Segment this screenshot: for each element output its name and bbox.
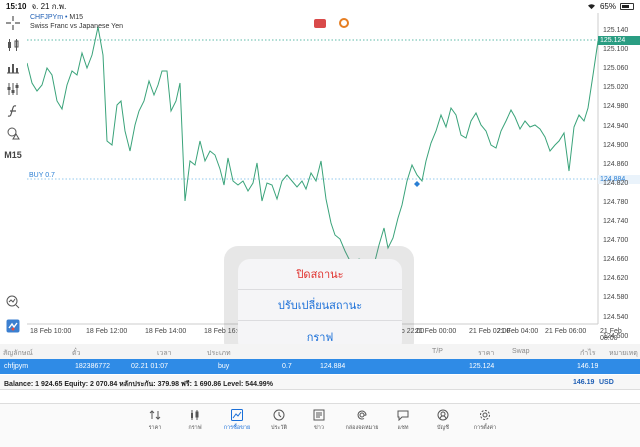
chat-icon bbox=[397, 410, 409, 421]
price-tick-label: 125.060 bbox=[603, 65, 629, 73]
news-icon bbox=[313, 409, 325, 421]
account-summary: Balance: 1 924.65 Equity: 2 070.84 หลักป… bbox=[0, 375, 640, 390]
tab-news-label: ข่าว bbox=[314, 425, 324, 431]
col-time: เวลา bbox=[157, 350, 172, 357]
function-icon[interactable] bbox=[4, 103, 22, 119]
tab-trade[interactable]: การซื้อขาย bbox=[219, 409, 255, 439]
price-tick-label: 124.860 bbox=[603, 160, 629, 168]
tab-chart[interactable]: กราฟ bbox=[177, 409, 213, 439]
price-series-line bbox=[27, 26, 599, 270]
col-symbol: สัญลักษณ์ bbox=[3, 350, 33, 357]
price-tick-label: 124.540 bbox=[603, 313, 629, 321]
current-price-tag: 125.124 bbox=[598, 36, 640, 45]
price-tick-label: 124.660 bbox=[603, 256, 629, 264]
tab-trade-label: การซื้อขาย bbox=[223, 425, 251, 431]
tab-quotes[interactable]: ราคา bbox=[137, 409, 173, 439]
col-swap: Swap bbox=[512, 348, 530, 355]
app-logo-icon[interactable] bbox=[4, 318, 22, 334]
wifi-icon bbox=[587, 4, 595, 10]
time-tick-label: 21 Feb 08:00 bbox=[600, 328, 622, 342]
position-context-menu: ปิดสถานะ ปรับเปลี่ยนสถานะ กราฟ bbox=[238, 259, 402, 353]
time-tick-label: 21 Feb 04:00 bbox=[497, 328, 539, 335]
price-tick-label: 124.940 bbox=[603, 122, 629, 130]
chart-icon bbox=[191, 410, 199, 420]
price-tick-label: 124.580 bbox=[603, 294, 629, 302]
quotes-icon bbox=[149, 410, 161, 420]
buy-order-marker bbox=[414, 181, 420, 187]
positions-table-header: สัญลักษณ์ ตั๋ว เวลา ประเภท T/P ราคา Swap… bbox=[0, 344, 640, 359]
tab-quotes-label: ราคา bbox=[148, 425, 162, 431]
price-tick-label: 124.980 bbox=[603, 103, 629, 111]
col-price: ราคา bbox=[478, 350, 495, 357]
col-comment: หมายเหตุ bbox=[609, 350, 638, 357]
price-tick-label: 125.100 bbox=[603, 46, 629, 54]
timeframe-button[interactable]: M15 bbox=[4, 147, 22, 163]
bar-chart-icon[interactable] bbox=[4, 59, 22, 75]
balance-text: Balance: 1 924.65 Equity: 2 070.84 หลักป… bbox=[4, 381, 273, 388]
total-profit: 146.19 bbox=[573, 379, 595, 386]
buy-position-label: BUY 0.7 bbox=[29, 172, 55, 179]
modify-position-item[interactable]: ปรับเปลี่ยนสถานะ bbox=[238, 290, 402, 321]
zoom-search-icon[interactable] bbox=[4, 294, 22, 310]
price-tick-label: 125.020 bbox=[603, 84, 629, 92]
col-type: ประเภท bbox=[207, 350, 231, 357]
indicators-icon[interactable] bbox=[4, 81, 22, 97]
tab-chat[interactable]: แชท bbox=[385, 409, 421, 439]
row-volume: 0.7 bbox=[282, 363, 292, 370]
time-tick-label: 21 Feb 00:00 bbox=[415, 328, 457, 335]
trade-icon bbox=[231, 409, 243, 421]
timeframe-label: M15 bbox=[4, 150, 22, 160]
crosshair-icon[interactable] bbox=[4, 15, 22, 31]
tab-history[interactable]: ประวัติ bbox=[261, 409, 297, 439]
candlestick-icon[interactable] bbox=[4, 37, 22, 53]
row-type: buy bbox=[218, 363, 230, 370]
profit-currency: USD bbox=[599, 379, 614, 386]
price-tick-label: 124.740 bbox=[603, 218, 629, 225]
status-bar: 15:10 จ. 21 ก.พ. 65% bbox=[0, 0, 640, 13]
settings-icon bbox=[480, 410, 490, 420]
row-price: 125.124 bbox=[469, 363, 495, 370]
row-ticket: 182386772 bbox=[75, 363, 111, 370]
battery-icon bbox=[620, 3, 634, 10]
history-icon bbox=[273, 409, 285, 421]
tab-account-label: บัญชี bbox=[437, 425, 449, 431]
tab-settings-label: การตั้งค่า bbox=[473, 425, 497, 431]
price-tick-label: 124.820 bbox=[603, 179, 629, 187]
col-ticket: ตั๋ว bbox=[72, 350, 81, 357]
position-row[interactable]: chfjpym 182386772 02.21 01:07 buy 0.7 12… bbox=[0, 359, 640, 374]
col-profit: กำไร bbox=[580, 350, 596, 357]
shapes-icon[interactable] bbox=[4, 125, 22, 141]
price-tick-label: 124.780 bbox=[603, 198, 629, 206]
price-tick-label: 124.700 bbox=[603, 237, 629, 245]
price-tick-label: 124.900 bbox=[603, 141, 629, 149]
status-time: 15:10 bbox=[6, 2, 27, 11]
tab-history-label: ประวัติ bbox=[270, 425, 288, 431]
tab-chart-label: กราฟ bbox=[188, 425, 202, 431]
price-tick-label: 124.620 bbox=[603, 275, 629, 283]
row-symbol: chfjpym bbox=[4, 363, 29, 370]
time-tick-label: 18 Feb 10:00 bbox=[30, 328, 72, 335]
col-tp: T/P bbox=[432, 348, 443, 355]
tab-mailbox[interactable]: กล่องจดหมาย bbox=[344, 409, 380, 439]
tab-settings[interactable]: การตั้งค่า bbox=[467, 409, 503, 439]
tab-mailbox-label: กล่องจดหมาย bbox=[345, 425, 379, 431]
mailbox-icon bbox=[357, 410, 367, 420]
row-time: 02.21 01:07 bbox=[131, 363, 168, 370]
time-tick-label: 18 Feb 12:00 bbox=[86, 328, 128, 335]
row-open-price: 124.884 bbox=[320, 363, 346, 370]
bottom-tab-bar: ราคา กราฟ การซื้อขาย ประวัติ ข่าว กล่องจ… bbox=[0, 403, 640, 447]
tab-account[interactable]: บัญชี bbox=[425, 409, 461, 439]
close-position-item[interactable]: ปิดสถานะ bbox=[238, 259, 402, 290]
row-profit: 146.19 bbox=[577, 363, 599, 370]
chart-toolbar: M15 bbox=[0, 13, 27, 338]
price-tick-label: 125.140 bbox=[603, 27, 629, 34]
account-icon bbox=[437, 409, 449, 421]
tab-chat-label: แชท bbox=[397, 425, 409, 431]
time-tick-label: 18 Feb 14:00 bbox=[145, 328, 187, 335]
time-tick-label: 21 Feb 06:00 bbox=[545, 328, 587, 335]
tab-news[interactable]: ข่าว bbox=[301, 409, 337, 439]
status-date: จ. 21 ก.พ. bbox=[31, 2, 67, 11]
battery-percent: 65% bbox=[599, 2, 616, 11]
